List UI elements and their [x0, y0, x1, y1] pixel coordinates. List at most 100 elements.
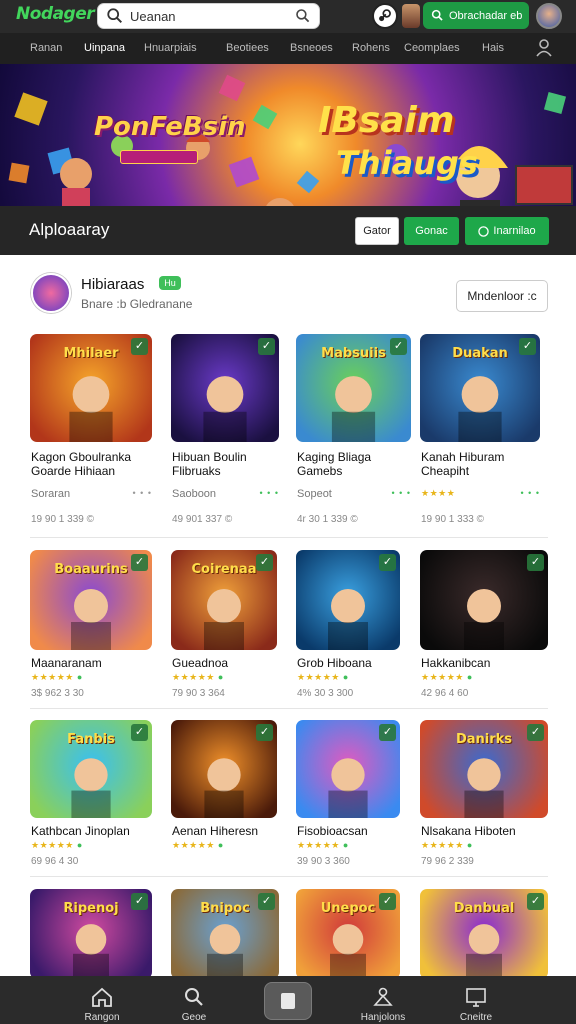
nav-item[interactable]: Uinpana	[84, 42, 125, 54]
game-name[interactable]: Kanah Hiburam	[421, 450, 504, 464]
game-name[interactable]: Gueadnoa	[172, 656, 228, 670]
game-thumbnail[interactable]: Ripenoj ✓	[30, 889, 152, 979]
game-name[interactable]: Hakkanibcan	[421, 656, 490, 670]
game-thumbnail[interactable]: Boaaurins ✓	[30, 550, 152, 650]
divider	[30, 537, 548, 538]
filter-button-3[interactable]: Inarnilao	[465, 217, 549, 245]
nav-item[interactable]: Ceomplaes	[404, 42, 460, 54]
bottom-nav-home[interactable]: Rangon	[62, 976, 142, 1024]
check-icon[interactable]: ✓	[131, 338, 148, 355]
nav-item[interactable]: Hais	[482, 42, 504, 54]
home-icon	[92, 987, 112, 1007]
developer-follow-button[interactable]: Mndenloor :c	[456, 280, 548, 312]
steam-icon[interactable]	[372, 3, 398, 29]
filter-button-1[interactable]: Gator	[355, 217, 399, 245]
game-stats: 4% 30 3 300	[297, 688, 354, 699]
search-submit-icon[interactable]	[295, 8, 311, 24]
game-thumbnail[interactable]: ✓	[296, 720, 400, 818]
search-input[interactable]	[130, 8, 290, 24]
nav-item[interactable]: Beotiees	[226, 42, 269, 54]
search-box[interactable]	[97, 3, 320, 29]
game-thumbnail[interactable]: Unepoc ✓	[296, 889, 400, 979]
rating-stars: ★★★★★ ●	[31, 672, 83, 682]
game-thumbnail[interactable]: ✓	[171, 720, 277, 818]
bottom-nav-library[interactable]	[248, 976, 328, 1024]
filter-button-2[interactable]: Gonac	[404, 217, 459, 245]
hero-banner[interactable]: PonFeBsin IBsaim Thiaugs	[0, 64, 576, 206]
game-thumb-title: Ripenoj	[63, 901, 119, 916]
more-dots-icon[interactable]: • • •	[392, 488, 411, 498]
game-thumbnail[interactable]: Duakan ✓	[420, 334, 540, 442]
check-icon[interactable]: ✓	[131, 893, 148, 910]
game-stats: 4r 30 1 339 ©	[297, 514, 358, 525]
check-icon[interactable]: ✓	[527, 724, 544, 741]
bottom-nav-store[interactable]: Cneitre	[436, 976, 516, 1024]
game-thumb-title: Danirks	[455, 732, 513, 747]
install-button[interactable]: Obrachadar eb	[423, 2, 529, 29]
banner-left-tag	[120, 150, 198, 164]
user-icon[interactable]	[536, 39, 552, 57]
nav-item[interactable]: Bsneoes	[290, 42, 333, 54]
game-thumbnail[interactable]: Mhilaer ✓	[30, 334, 152, 442]
game-stats: 42 96 4 60	[421, 688, 469, 699]
check-icon[interactable]: ✓	[519, 338, 536, 355]
game-name[interactable]: Grob Hiboana	[297, 656, 372, 670]
check-icon[interactable]: ✓	[379, 554, 396, 571]
banner-left-title: PonFeBsin	[94, 112, 246, 142]
check-icon[interactable]: ✓	[256, 724, 273, 741]
check-icon[interactable]: ✓	[258, 338, 275, 355]
check-icon[interactable]: ✓	[258, 893, 275, 910]
check-circle-icon	[478, 225, 490, 237]
check-icon[interactable]: ✓	[256, 554, 273, 571]
game-thumbnail[interactable]: ✓	[171, 334, 279, 442]
banner-art	[8, 74, 573, 206]
game-name[interactable]: Fisobioacsan	[297, 824, 368, 838]
nav-item[interactable]: Ranan	[30, 42, 62, 54]
game-thumbnail[interactable]: ✓	[420, 550, 548, 650]
nav-item[interactable]: Rohens	[352, 42, 390, 54]
game-thumbnail[interactable]: Mabsuiis ✓	[296, 334, 411, 442]
game-name[interactable]: Maanaranam	[31, 656, 102, 670]
user-avatar[interactable]	[536, 3, 562, 29]
check-icon[interactable]: ✓	[131, 724, 148, 741]
friends-icon	[373, 987, 393, 1006]
game-name[interactable]: Kaging Bliaga	[297, 450, 371, 464]
developer-avatar[interactable]	[31, 273, 71, 313]
check-icon[interactable]: ✓	[379, 893, 396, 910]
check-icon[interactable]: ✓	[131, 554, 148, 571]
search-icon	[107, 8, 123, 24]
game-thumbnail[interactable]: Bnipoc ✓	[171, 889, 279, 979]
bottom-nav-friends[interactable]: Hanjolons	[343, 976, 423, 1024]
bottom-nav: Rangon Geoe Hanjolons Cneitre	[0, 976, 576, 1024]
more-dots-icon[interactable]: • • •	[260, 488, 279, 498]
game-meta: Soraran	[31, 488, 71, 500]
more-dots-icon[interactable]: • • •	[521, 488, 540, 498]
nav-item[interactable]: Hnuarpiais	[144, 42, 197, 54]
game-thumbnail[interactable]: Fanbis ✓	[30, 720, 152, 818]
game-thumbnail[interactable]: Danirks ✓	[420, 720, 548, 818]
app-logo[interactable]: Nodager	[16, 4, 95, 24]
rating-stars: ★★★★★ ●	[297, 840, 349, 850]
game-name[interactable]: Nlsakana Hiboten	[421, 824, 516, 838]
check-icon[interactable]: ✓	[379, 724, 396, 741]
more-dots-icon[interactable]: • • •	[133, 488, 152, 498]
check-icon[interactable]: ✓	[527, 554, 544, 571]
game-thumbnail[interactable]: Danbual ✓	[420, 889, 548, 979]
game-name[interactable]: Aenan Hiheresn	[172, 824, 258, 838]
game-thumbnail[interactable]: Coirenaa ✓	[171, 550, 277, 650]
rating-stars: ★★★★★ ●	[297, 672, 349, 682]
game-stats: 49 901 337 ©	[172, 514, 233, 525]
game-name[interactable]: Hibuan Boulin	[172, 450, 247, 464]
section-header: Alploaaray Gator Gonac Inarnilao	[0, 206, 576, 255]
bottom-nav-search[interactable]: Geoe	[154, 976, 234, 1024]
game-name[interactable]: Kagon Gboulranka	[31, 450, 131, 464]
check-icon[interactable]: ✓	[527, 893, 544, 910]
developer-name[interactable]: Hibiaraas	[81, 276, 144, 293]
search-icon	[431, 9, 443, 21]
filter-button-3-label: Inarnilao	[493, 225, 536, 237]
game-thumbnail[interactable]: ✓	[296, 550, 400, 650]
game-name[interactable]: Kathbcan Jinoplan	[31, 824, 130, 838]
friend-avatar[interactable]	[402, 4, 420, 28]
rating-stars: ★★★★★ ●	[172, 840, 224, 850]
check-icon[interactable]: ✓	[390, 338, 407, 355]
